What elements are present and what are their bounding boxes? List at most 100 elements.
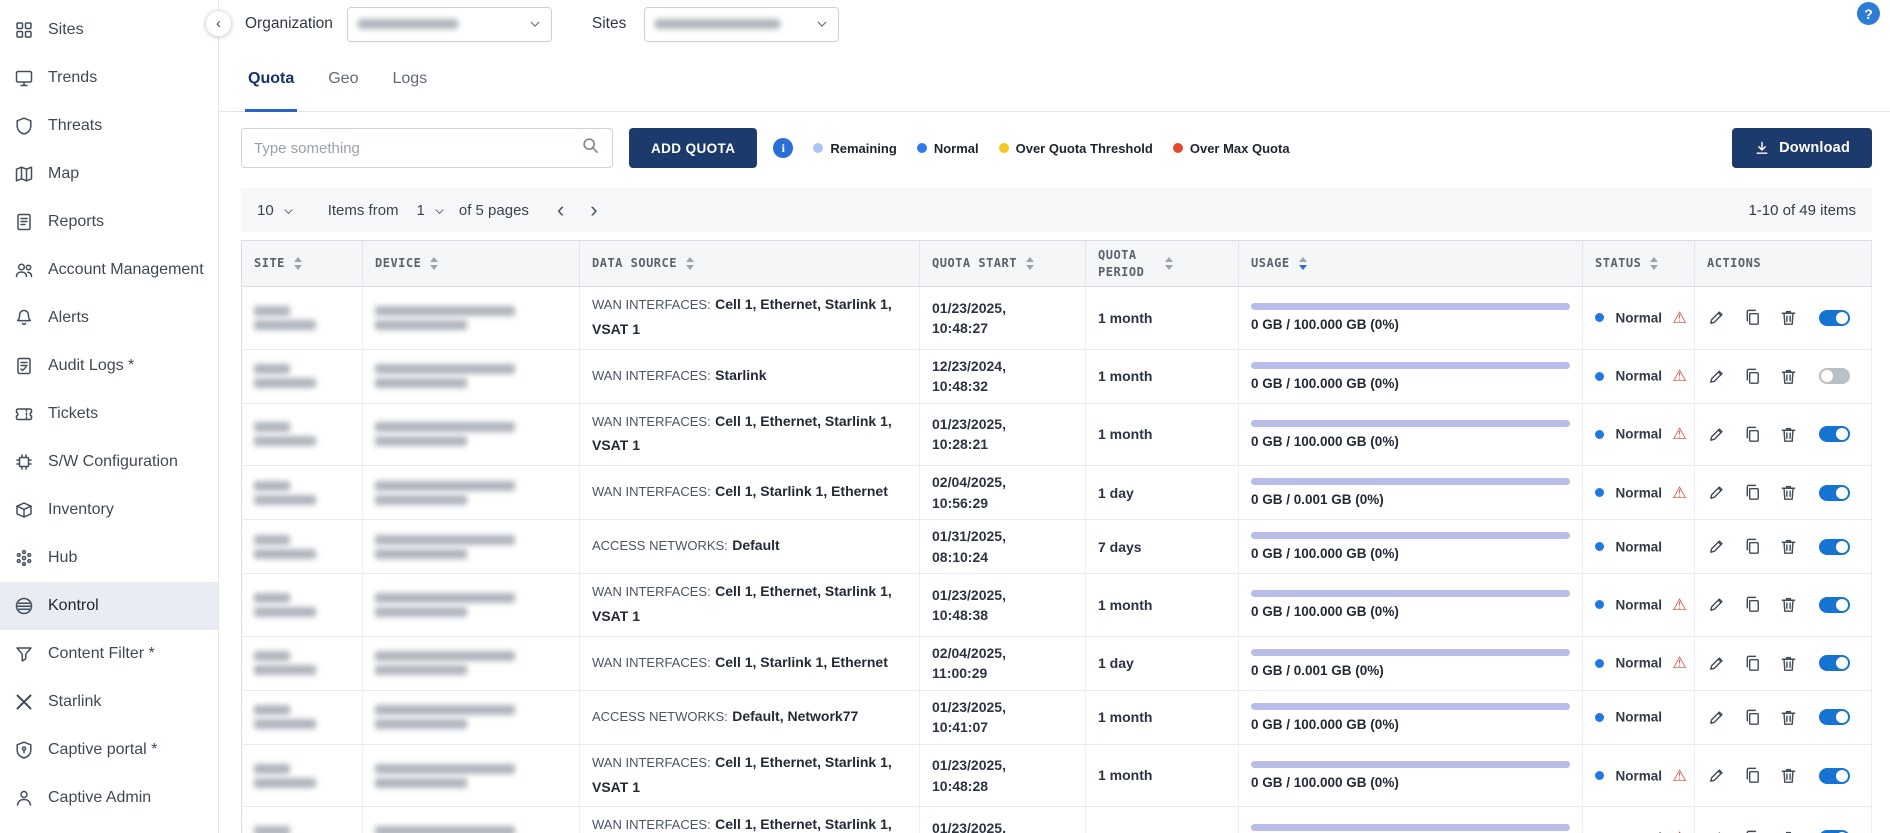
copy-button[interactable] (1743, 483, 1762, 502)
copy-button[interactable] (1743, 425, 1762, 444)
search-input[interactable] (254, 140, 581, 157)
legend-label: Over Quota Threshold (1016, 141, 1153, 156)
data-source-type: WAN INTERFACES: (592, 297, 711, 312)
info-icon[interactable]: i (773, 138, 793, 158)
device-redacted-text (375, 651, 515, 661)
sidebar-item-map[interactable]: Map (0, 150, 218, 198)
sidebar-item-sites[interactable]: Sites (0, 6, 218, 54)
column-header-site[interactable]: SITE (242, 241, 363, 287)
copy-button[interactable] (1743, 829, 1762, 833)
copy-button[interactable] (1743, 308, 1762, 327)
copy-button[interactable] (1743, 766, 1762, 785)
sort-icon[interactable] (294, 257, 302, 270)
delete-button[interactable] (1779, 308, 1798, 327)
enable-toggle[interactable] (1819, 768, 1850, 784)
sites-select[interactable] (644, 7, 839, 42)
edit-button[interactable] (1707, 766, 1726, 785)
sidebar-item-alerts[interactable]: Alerts (0, 294, 218, 342)
device-redacted-text (375, 422, 515, 432)
next-page-button[interactable]: › (584, 199, 603, 221)
warning-icon: ⚠ (1672, 597, 1686, 614)
sidebar-item-kontrol[interactable]: Kontrol (0, 582, 218, 630)
quota-period-cell: 1 month (1086, 287, 1239, 350)
delete-button[interactable] (1779, 654, 1798, 673)
edit-button[interactable] (1707, 367, 1726, 386)
sidebar-item-account-management[interactable]: Account Management (0, 246, 218, 294)
download-button[interactable]: Download (1732, 128, 1872, 168)
sidebar-item-starlink[interactable]: Starlink (0, 678, 218, 726)
copy-button[interactable] (1743, 708, 1762, 727)
sidebar-item-captive-admin[interactable]: Captive Admin (0, 774, 218, 822)
tab-logs[interactable]: Logs (389, 48, 430, 112)
tab-quota[interactable]: Quota (245, 48, 297, 112)
page-size-select[interactable]: 10 (257, 202, 294, 219)
hub-icon (13, 548, 35, 568)
sidebar-collapse-button[interactable]: ‹ (205, 10, 232, 37)
edit-button[interactable] (1707, 708, 1726, 727)
quota-start-time: 10:48:27 (932, 318, 1073, 338)
delete-button[interactable] (1779, 425, 1798, 444)
page-select[interactable]: 1 (417, 202, 445, 219)
edit-button[interactable] (1707, 654, 1726, 673)
sidebar-item-label: Sites (48, 21, 84, 39)
column-header-data-source[interactable]: DATA SOURCE (580, 241, 920, 287)
status-cell: Normal ⚠ (1583, 574, 1695, 637)
sidebar-item-content-filter[interactable]: Content Filter * (0, 630, 218, 678)
delete-button[interactable] (1779, 483, 1798, 502)
enable-toggle[interactable] (1819, 655, 1850, 671)
sort-icon[interactable] (430, 257, 438, 270)
column-header-quota-period[interactable]: QUOTA PERIOD (1086, 241, 1239, 287)
sort-icon[interactable] (1650, 257, 1658, 270)
column-header-quota-start[interactable]: QUOTA START (920, 241, 1086, 287)
delete-button[interactable] (1779, 829, 1798, 833)
sidebar-item-hub[interactable]: Hub (0, 534, 218, 582)
edit-button[interactable] (1707, 829, 1726, 833)
add-quota-button[interactable]: ADD QUOTA (629, 128, 757, 168)
column-header-status[interactable]: STATUS (1583, 241, 1695, 287)
sort-icon[interactable] (1165, 257, 1173, 270)
content-area: ADD QUOTA i Remaining Normal (219, 112, 1890, 833)
enable-toggle[interactable] (1819, 597, 1850, 613)
delete-button[interactable] (1779, 367, 1798, 386)
enable-toggle[interactable] (1819, 368, 1850, 384)
edit-button[interactable] (1707, 595, 1726, 614)
table-header-row: SITE DEVICE DATA SOURCE QUOTA START QUOT… (242, 241, 1872, 287)
copy-button[interactable] (1743, 595, 1762, 614)
delete-button[interactable] (1779, 595, 1798, 614)
column-header-usage[interactable]: USAGE (1239, 241, 1583, 287)
copy-button[interactable] (1743, 537, 1762, 556)
copy-button[interactable] (1743, 654, 1762, 673)
sidebar-item-captive-portal[interactable]: Captive portal * (0, 726, 218, 774)
edit-button[interactable] (1707, 425, 1726, 444)
help-button[interactable]: ? (1857, 2, 1880, 25)
edit-button[interactable] (1707, 308, 1726, 327)
delete-button[interactable] (1779, 708, 1798, 727)
tab-geo[interactable]: Geo (325, 48, 361, 112)
sort-icon[interactable] (1299, 257, 1307, 270)
enable-toggle[interactable] (1819, 485, 1850, 501)
actions-cell (1695, 636, 1872, 690)
delete-button[interactable] (1779, 766, 1798, 785)
organization-select[interactable] (347, 7, 552, 42)
enable-toggle[interactable] (1819, 426, 1850, 442)
previous-page-button[interactable]: ‹ (551, 199, 570, 221)
enable-toggle[interactable] (1819, 539, 1850, 555)
edit-button[interactable] (1707, 537, 1726, 556)
device-redacted-text (375, 705, 515, 715)
sidebar-item-trends[interactable]: Trends (0, 54, 218, 102)
sort-icon[interactable] (686, 257, 694, 270)
sidebar-item-audit-logs[interactable]: Audit Logs * (0, 342, 218, 390)
edit-button[interactable] (1707, 483, 1726, 502)
copy-button[interactable] (1743, 367, 1762, 386)
enable-toggle[interactable] (1819, 709, 1850, 725)
sort-icon[interactable] (1026, 257, 1034, 270)
sidebar-item-reports[interactable]: Reports (0, 198, 218, 246)
delete-button[interactable] (1779, 537, 1798, 556)
quota-start-cell: 02/04/2025, 10:56:29 (920, 466, 1086, 520)
sidebar-item-tickets[interactable]: Tickets (0, 390, 218, 438)
sidebar-item-threats[interactable]: Threats (0, 102, 218, 150)
sidebar-item-inventory[interactable]: Inventory (0, 486, 218, 534)
column-header-device[interactable]: DEVICE (363, 241, 580, 287)
sidebar-item-sw-configuration[interactable]: S/W Configuration (0, 438, 218, 486)
enable-toggle[interactable] (1819, 310, 1850, 326)
